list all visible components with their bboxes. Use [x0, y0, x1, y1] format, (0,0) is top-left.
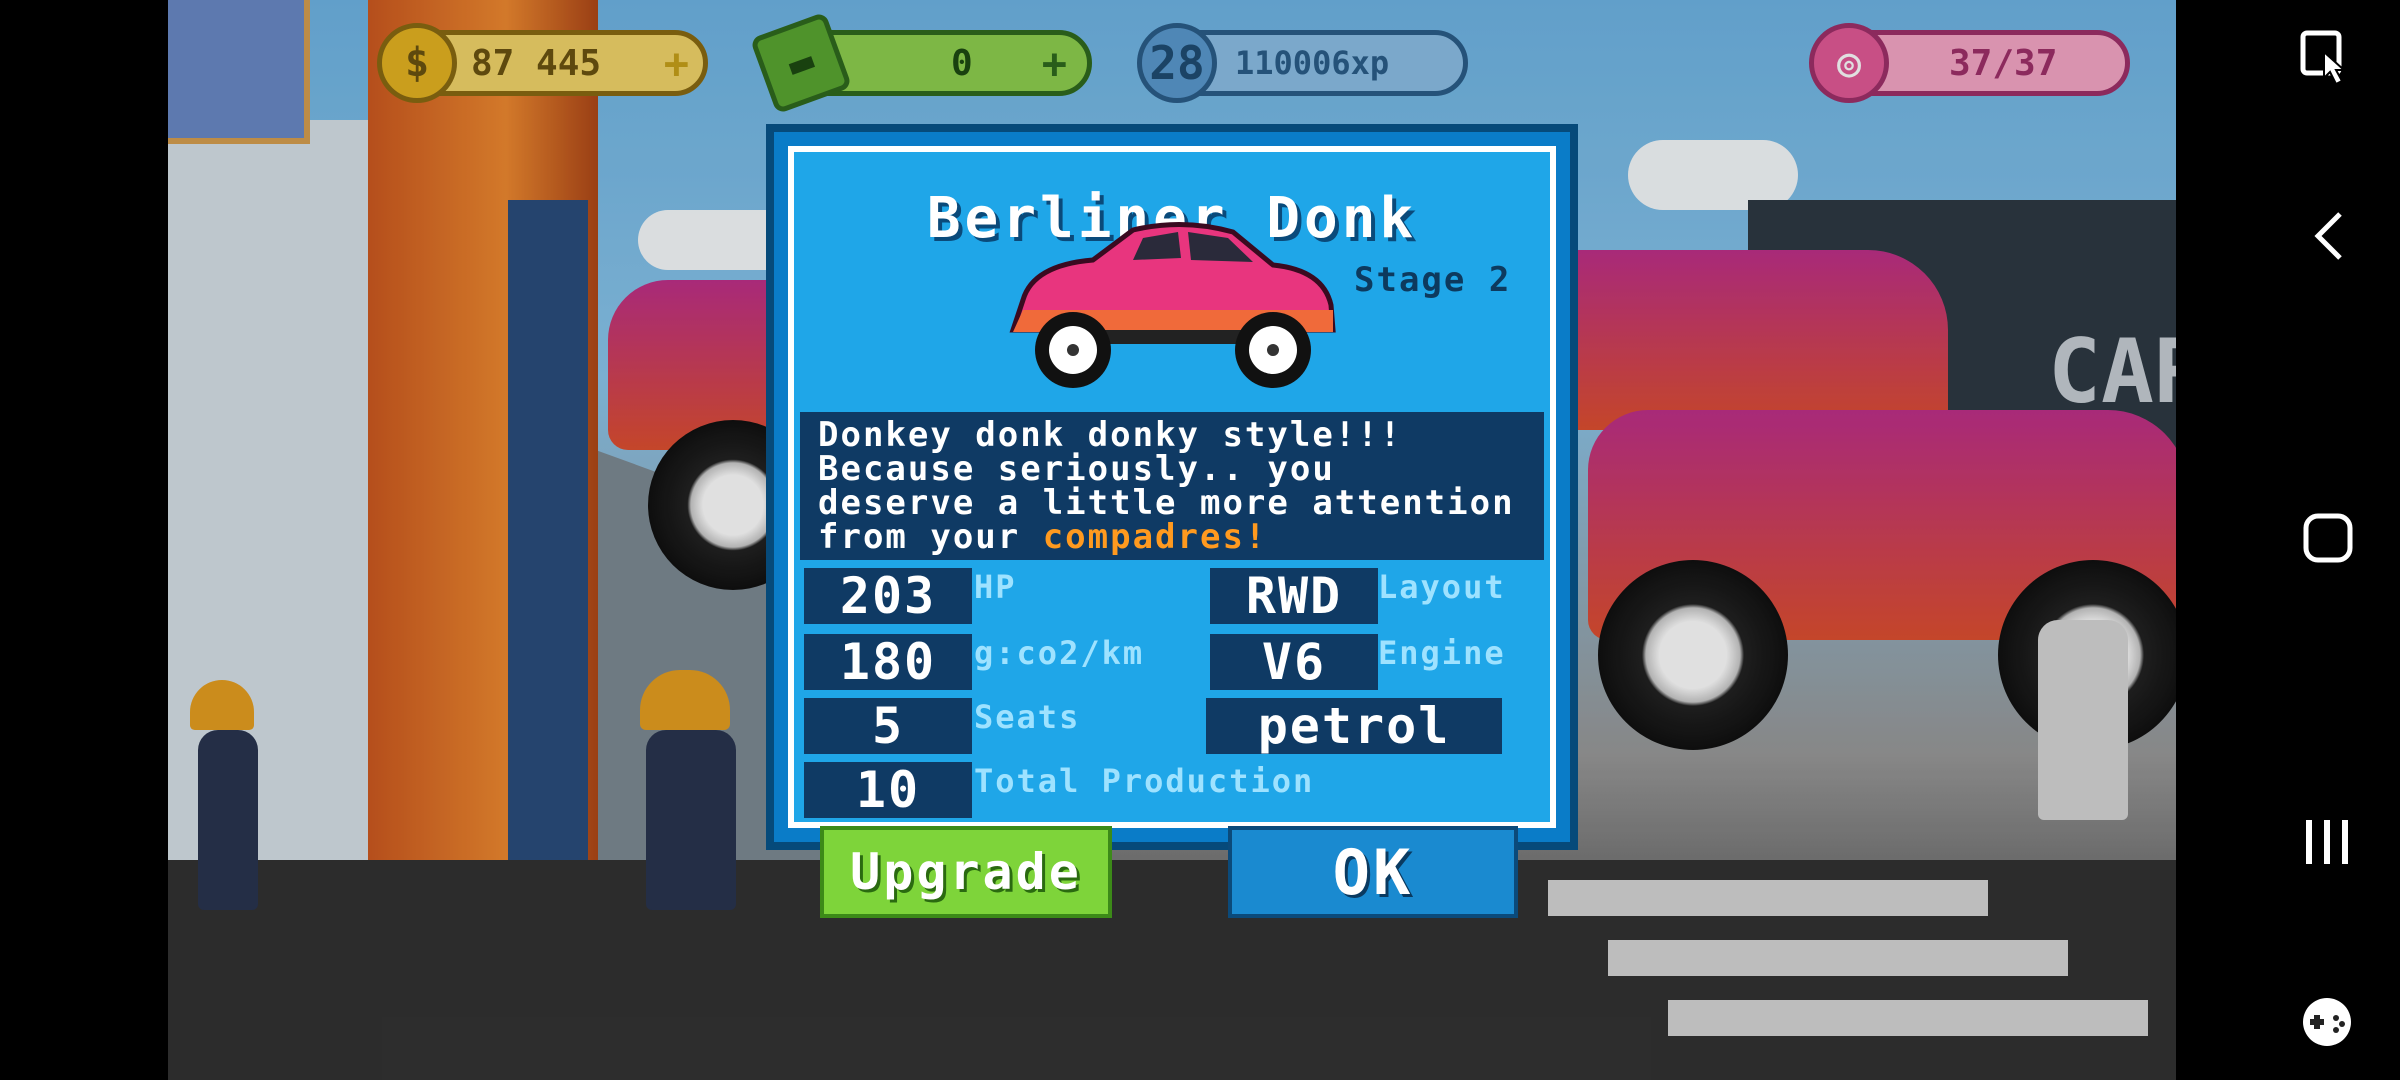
engine-label: Engine — [1378, 634, 1506, 672]
car-stage-label: Stage 2 — [1354, 260, 1512, 300]
car-description: Donkey donk donky style!!! Because serio… — [800, 412, 1544, 560]
left-letterbox — [0, 0, 168, 1080]
description-line: Donkey donk donky style!!! — [818, 415, 1403, 455]
hp-label: HP — [974, 568, 1017, 606]
co2-value: 180 — [804, 633, 972, 691]
right-system-bar — [2176, 0, 2400, 1080]
home-square-icon[interactable] — [2302, 512, 2354, 564]
description-text: from your — [818, 517, 1043, 557]
game-controller-icon[interactable] — [2298, 996, 2356, 1048]
screen-touch-icon[interactable] — [2300, 30, 2350, 86]
co2-label: g:co2/km — [974, 634, 1145, 672]
fuel-value: petrol — [1206, 697, 1502, 755]
description-highlight: compadres! — [1042, 517, 1268, 557]
description-line: Because seriously.. you — [818, 449, 1335, 489]
description-line: from your compadres! — [818, 520, 1544, 554]
description-line: deserve a little more attention — [818, 483, 1515, 523]
back-arrow-icon[interactable] — [2312, 210, 2346, 262]
seats-value: 5 — [804, 697, 972, 755]
seats-label: Seats — [974, 698, 1081, 736]
ok-button[interactable]: OK — [1228, 826, 1518, 918]
recent-apps-icon[interactable] — [2302, 816, 2352, 868]
production-value: 10 — [804, 761, 972, 819]
layout-value: RWD — [1210, 567, 1378, 625]
hp-value: 203 — [804, 567, 972, 625]
production-label: Total Production — [974, 762, 1315, 800]
layout-label: Layout — [1378, 568, 1506, 606]
car-sprite-icon — [1009, 221, 1336, 388]
engine-value: V6 — [1210, 633, 1378, 691]
upgrade-button[interactable]: Upgrade — [820, 826, 1112, 918]
